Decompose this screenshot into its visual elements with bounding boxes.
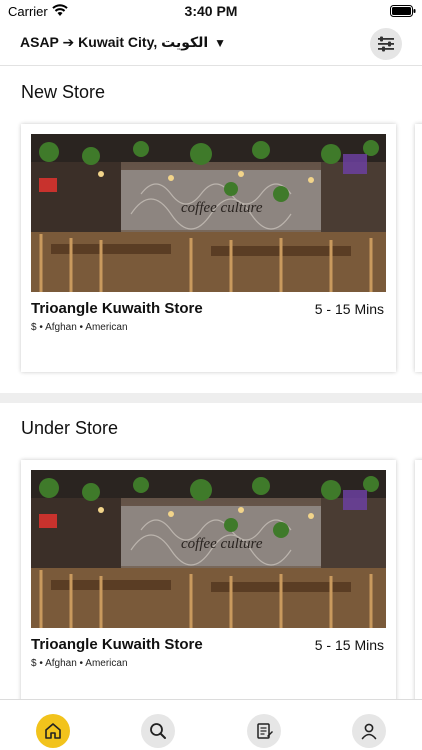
image-sign-text: coffee culture <box>181 536 263 552</box>
store-image: coffee culture <box>31 134 386 292</box>
home-icon <box>45 723 61 739</box>
delivery-time: 5 - 15 Mins <box>314 301 384 317</box>
next-store-card[interactable] <box>415 124 422 372</box>
store-tags: $ • Afghan • American <box>31 322 128 333</box>
filter-button[interactable] <box>370 28 402 60</box>
store-image: coffee culture <box>31 470 386 628</box>
store-tags: $ • Afghan • American <box>31 658 128 669</box>
nav-search-button[interactable] <box>141 714 175 748</box>
filter-sliders-icon <box>378 36 394 52</box>
profile-icon <box>361 723 377 740</box>
nav-profile-button[interactable] <box>352 714 386 748</box>
section-new-store: New Store coffee culture Trioangle Kuwai… <box>0 67 422 393</box>
next-store-card[interactable] <box>415 460 422 699</box>
nav-home-button[interactable] <box>36 714 70 748</box>
location-selector[interactable]: ASAP ➔ Kuwait City, الكويت ▼ <box>20 34 226 51</box>
section-divider <box>0 393 422 403</box>
section-title: Under Store <box>21 418 119 438</box>
battery-icon <box>390 5 416 17</box>
nav-orders-button[interactable] <box>247 714 281 748</box>
status-bar: Carrier 3:40 PM <box>0 0 422 24</box>
chevron-down-icon: ▼ <box>214 36 226 50</box>
location-header: ASAP ➔ Kuwait City, الكويت ▼ <box>0 24 422 66</box>
image-sign-text: coffee culture <box>181 200 263 216</box>
search-icon <box>150 723 166 739</box>
delivery-time: 5 - 15 Mins <box>314 637 384 653</box>
store-name: Trioangle Kuwaith Store <box>31 636 203 653</box>
clock-time: 3:40 PM <box>184 3 238 19</box>
bottom-nav <box>0 699 422 750</box>
store-card[interactable]: coffee culture Trioangle Kuwaith Store 5… <box>21 124 396 372</box>
section-under-store: Under Store coffee culture Trioangle Kuw… <box>0 403 422 699</box>
store-feed[interactable]: New Store coffee culture Trioangle Kuwai… <box>0 67 422 699</box>
store-card[interactable]: coffee culture Trioangle Kuwaith Store 5… <box>21 460 396 699</box>
orders-icon <box>257 723 273 739</box>
location-text: ASAP ➔ Kuwait City, الكويت <box>20 34 209 50</box>
store-name: Trioangle Kuwaith Store <box>31 300 203 317</box>
section-title: New Store <box>21 82 106 102</box>
